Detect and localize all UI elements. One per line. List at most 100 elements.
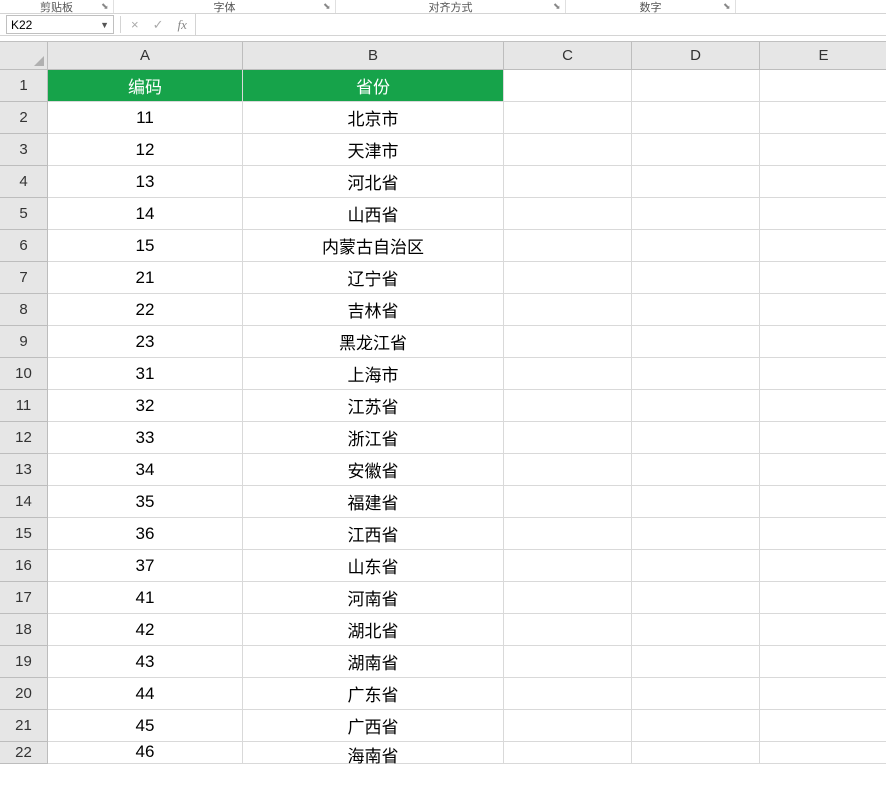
cell[interactable]: 11 — [48, 102, 243, 134]
cell[interactable] — [504, 742, 632, 764]
cell[interactable] — [632, 358, 760, 390]
cell[interactable] — [760, 102, 886, 134]
cell[interactable]: 15 — [48, 230, 243, 262]
cell[interactable] — [760, 550, 886, 582]
cell[interactable] — [632, 582, 760, 614]
cell[interactable]: 山西省 — [243, 198, 504, 230]
cell[interactable]: 浙江省 — [243, 422, 504, 454]
cell[interactable] — [760, 230, 886, 262]
cell[interactable] — [504, 262, 632, 294]
cell[interactable] — [504, 550, 632, 582]
cell[interactable] — [632, 230, 760, 262]
row-header[interactable]: 10 — [0, 358, 48, 390]
cell[interactable]: 43 — [48, 646, 243, 678]
cell[interactable] — [504, 582, 632, 614]
cell[interactable]: 46 — [48, 742, 243, 764]
cell[interactable]: 湖北省 — [243, 614, 504, 646]
column-header[interactable]: C — [504, 42, 632, 70]
cell[interactable]: 内蒙古自治区 — [243, 230, 504, 262]
cell[interactable] — [760, 582, 886, 614]
row-header[interactable]: 4 — [0, 166, 48, 198]
cell[interactable]: 44 — [48, 678, 243, 710]
cell[interactable]: 12 — [48, 134, 243, 166]
cell[interactable] — [760, 742, 886, 764]
cell[interactable] — [760, 710, 886, 742]
confirm-icon[interactable]: ✓ — [153, 17, 164, 33]
chevron-down-icon[interactable]: ▼ — [100, 20, 109, 30]
cell[interactable] — [632, 678, 760, 710]
cell[interactable]: 海南省 — [243, 742, 504, 764]
dialog-launcher-icon[interactable]: ⬊ — [553, 1, 563, 11]
cell[interactable] — [632, 646, 760, 678]
cell[interactable] — [504, 678, 632, 710]
cell[interactable] — [760, 70, 886, 102]
dialog-launcher-icon[interactable]: ⬊ — [323, 1, 333, 11]
name-box[interactable]: K22 ▼ — [6, 15, 114, 34]
row-header[interactable]: 16 — [0, 550, 48, 582]
cell[interactable] — [632, 102, 760, 134]
cell[interactable]: 14 — [48, 198, 243, 230]
cell[interactable] — [760, 134, 886, 166]
row-header[interactable]: 11 — [0, 390, 48, 422]
cell[interactable]: 42 — [48, 614, 243, 646]
cell[interactable] — [632, 326, 760, 358]
cell[interactable] — [504, 294, 632, 326]
row-header[interactable]: 19 — [0, 646, 48, 678]
cell[interactable]: 福建省 — [243, 486, 504, 518]
cell[interactable] — [760, 646, 886, 678]
cell[interactable] — [632, 422, 760, 454]
cell[interactable] — [760, 422, 886, 454]
cell[interactable] — [504, 614, 632, 646]
row-header[interactable]: 17 — [0, 582, 48, 614]
cell[interactable] — [760, 326, 886, 358]
cell[interactable] — [504, 166, 632, 198]
cell[interactable] — [504, 358, 632, 390]
cell[interactable] — [760, 262, 886, 294]
cell[interactable] — [760, 166, 886, 198]
row-header[interactable]: 13 — [0, 454, 48, 486]
cell[interactable] — [632, 486, 760, 518]
cell[interactable] — [504, 70, 632, 102]
cell[interactable] — [504, 710, 632, 742]
select-all-button[interactable] — [0, 42, 48, 70]
cell[interactable] — [760, 198, 886, 230]
cell[interactable]: 34 — [48, 454, 243, 486]
cell[interactable]: 上海市 — [243, 358, 504, 390]
cell[interactable] — [504, 230, 632, 262]
cell[interactable]: 吉林省 — [243, 294, 504, 326]
row-header[interactable]: 14 — [0, 486, 48, 518]
cell[interactable]: 山东省 — [243, 550, 504, 582]
cell[interactable]: 31 — [48, 358, 243, 390]
spreadsheet-grid[interactable]: 1 2 3 4 5 6 7 8 9 10 11 12 13 14 15 16 1… — [0, 42, 886, 764]
cell[interactable]: 江苏省 — [243, 390, 504, 422]
cell[interactable] — [504, 518, 632, 550]
cell[interactable]: 河北省 — [243, 166, 504, 198]
column-header[interactable]: D — [632, 42, 760, 70]
cell[interactable]: 天津市 — [243, 134, 504, 166]
cell[interactable] — [760, 294, 886, 326]
cell[interactable] — [760, 390, 886, 422]
cell[interactable]: 编码 — [48, 70, 243, 102]
cell[interactable]: 安徽省 — [243, 454, 504, 486]
fx-icon[interactable]: fx — [178, 17, 187, 33]
cell[interactable]: 北京市 — [243, 102, 504, 134]
cell[interactable] — [632, 454, 760, 486]
row-header[interactable]: 2 — [0, 102, 48, 134]
column-header[interactable]: B — [243, 42, 504, 70]
row-header[interactable]: 3 — [0, 134, 48, 166]
row-header[interactable]: 18 — [0, 614, 48, 646]
cell[interactable] — [504, 422, 632, 454]
cell[interactable]: 江西省 — [243, 518, 504, 550]
row-header[interactable]: 20 — [0, 678, 48, 710]
row-header[interactable]: 1 — [0, 70, 48, 102]
cell[interactable] — [504, 102, 632, 134]
cell[interactable] — [504, 390, 632, 422]
cell[interactable]: 41 — [48, 582, 243, 614]
cell[interactable]: 辽宁省 — [243, 262, 504, 294]
cell[interactable] — [760, 454, 886, 486]
cell[interactable] — [632, 742, 760, 764]
cell[interactable]: 湖南省 — [243, 646, 504, 678]
row-header[interactable]: 9 — [0, 326, 48, 358]
cell[interactable] — [760, 678, 886, 710]
formula-input[interactable] — [195, 14, 886, 35]
